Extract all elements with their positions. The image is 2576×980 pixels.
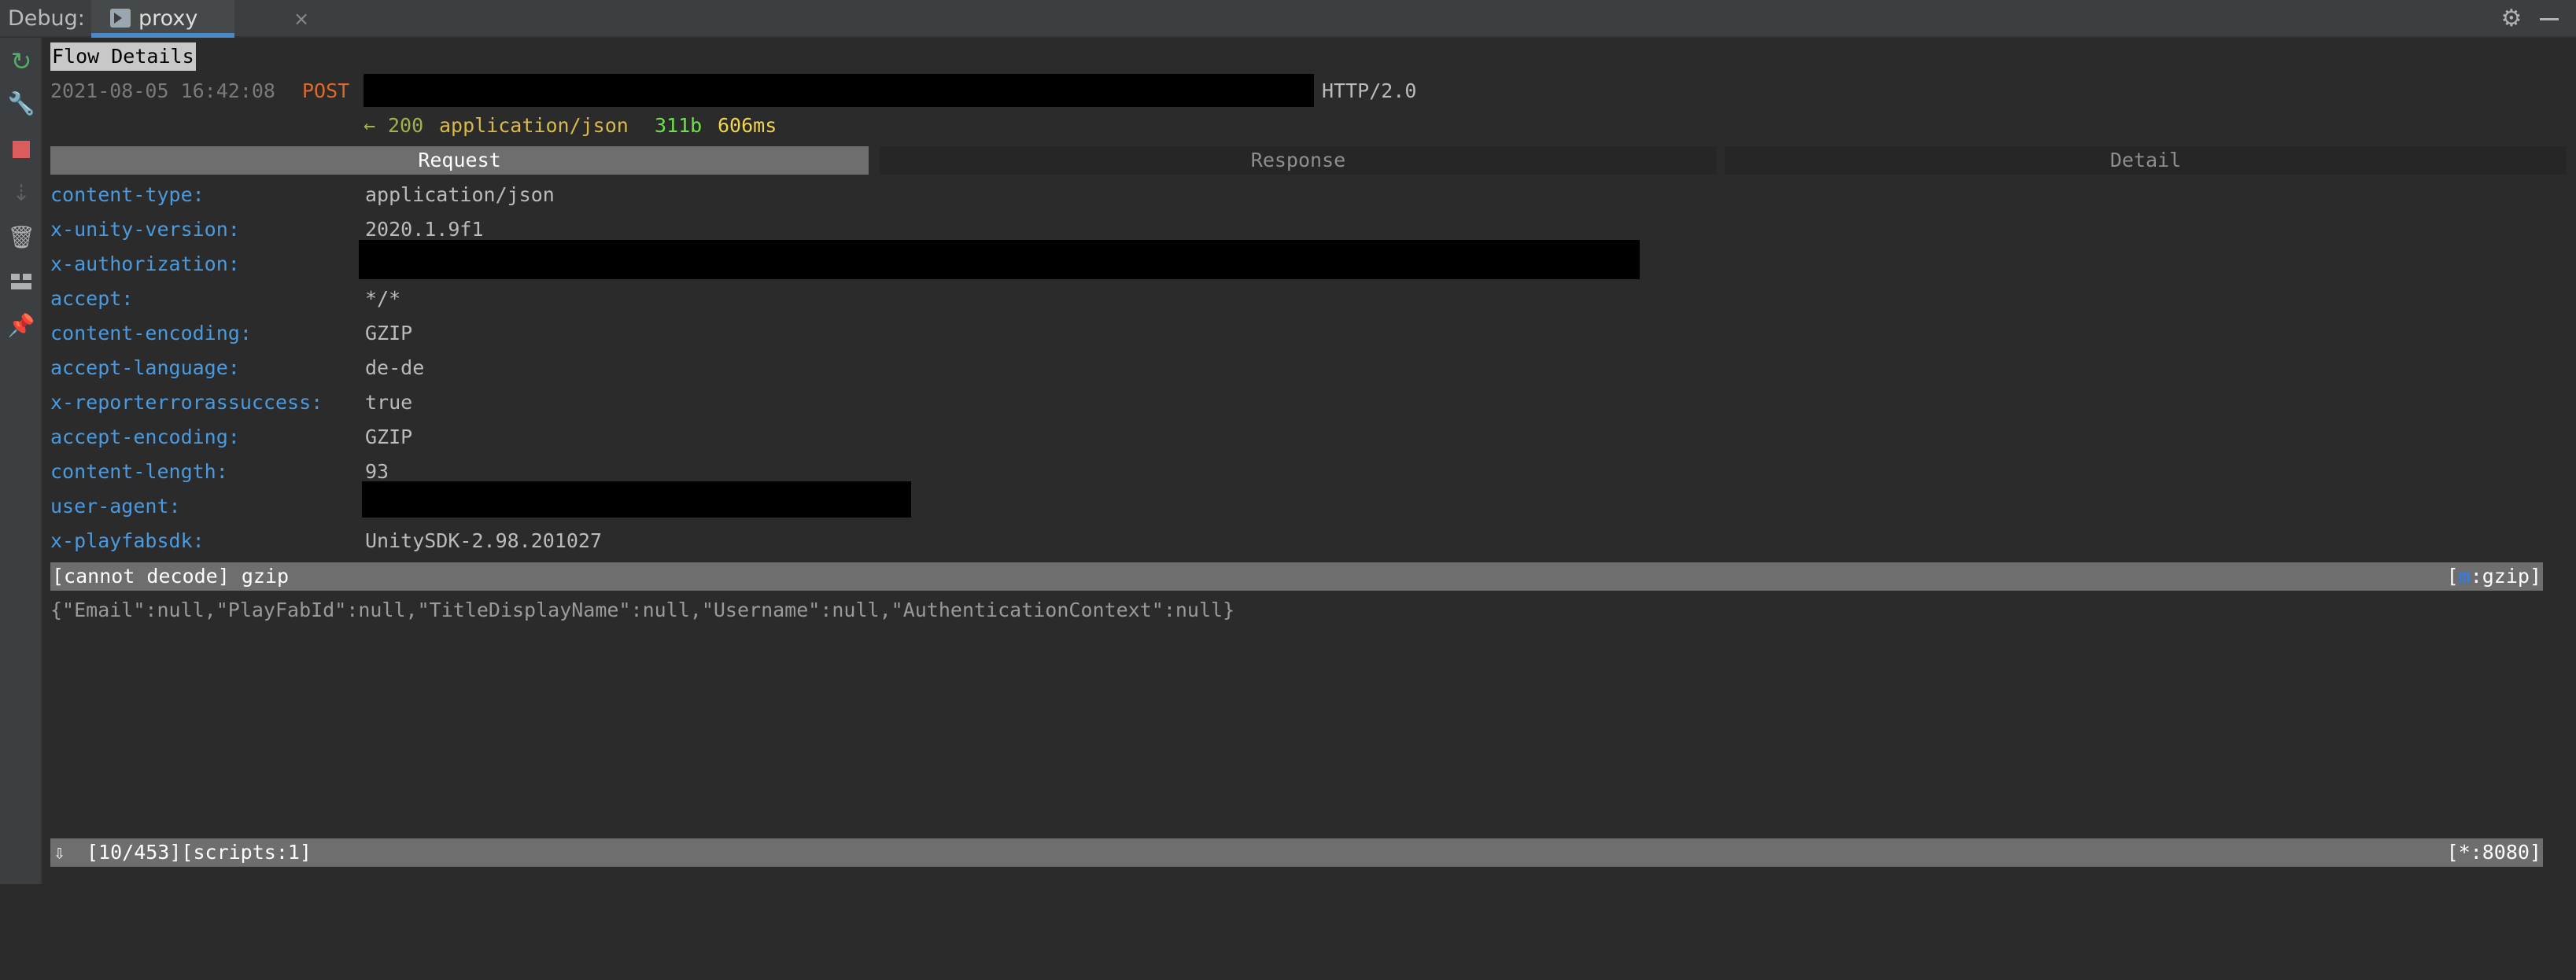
response-arrow-icon: ← xyxy=(364,114,376,137)
header-value: GZIP xyxy=(365,322,413,344)
content-view-bar: [cannot decode] gzip [m:gzip] xyxy=(50,562,2543,591)
header-value: true xyxy=(365,391,413,414)
status-bar: ⇩ [10/453][scripts:1] [*:8080] xyxy=(50,838,2543,867)
authorization-redacted-block xyxy=(359,240,1640,279)
terminal-console[interactable]: Flow Details 2021-08-05 16:42:08 POST HT… xyxy=(44,39,2576,884)
header-key[interactable]: accept-language: xyxy=(50,352,240,384)
debug-toolbar: ↻ 🔧 ⇣ 🗑 📌 xyxy=(0,38,42,884)
header-key[interactable]: accept: xyxy=(50,283,133,315)
stop-icon[interactable] xyxy=(7,135,35,164)
response-time: 606ms xyxy=(718,114,777,137)
wrench-icon[interactable]: 🔧 xyxy=(7,90,35,118)
header-key[interactable]: user-agent: xyxy=(50,491,181,522)
trash-icon[interactable]: 🗑 xyxy=(7,223,35,252)
close-icon[interactable]: × xyxy=(293,7,309,31)
tab-proxy-label: proxy xyxy=(138,6,198,31)
view-mode-indicator[interactable]: [m:gzip] xyxy=(2447,562,2541,591)
rerun-icon[interactable]: ↻ xyxy=(7,47,35,76)
flow-protocol: HTTP/2.0 xyxy=(1322,79,1417,102)
step-icon[interactable]: ⇣ xyxy=(7,179,35,208)
header-key[interactable]: content-encoding: xyxy=(50,318,252,349)
header-key[interactable]: x-unity-version: xyxy=(50,214,240,245)
flow-counter: [10/453][scripts:1] xyxy=(87,841,312,864)
user-agent-redacted-block xyxy=(362,481,911,518)
tab-request[interactable]: Request xyxy=(50,146,869,175)
header-value: GZIP xyxy=(365,426,413,448)
header-value: de-de xyxy=(365,356,425,379)
header-key[interactable]: x-playfabsdk: xyxy=(50,525,205,557)
view-mode-key: m xyxy=(2458,565,2471,588)
debug-tool-window-header: Debug: proxy × ⚙ xyxy=(0,0,2576,38)
header-key[interactable]: content-type: xyxy=(50,179,205,211)
view-mode-open: [ xyxy=(2446,565,2459,588)
follow-arrow-icon: ⇩ xyxy=(54,841,66,864)
run-config-icon xyxy=(110,9,131,28)
header-key[interactable]: accept-encoding: xyxy=(50,422,240,453)
layout-icon[interactable] xyxy=(7,267,35,296)
flow-details-title: Flow Details xyxy=(50,42,196,71)
listen-address: [*:8080] xyxy=(2446,841,2541,864)
tab-proxy[interactable]: proxy × xyxy=(91,0,309,38)
response-status-code: 200 xyxy=(388,114,424,137)
header-value: UnitySDK-2.98.201027 xyxy=(365,529,603,552)
response-size: 311b xyxy=(655,114,703,137)
minimize-icon[interactable] xyxy=(2537,6,2562,31)
url-redacted-block xyxy=(364,74,1314,107)
gear-icon[interactable]: ⚙ xyxy=(2499,6,2524,31)
decode-status: [cannot decode] gzip xyxy=(52,565,290,588)
flow-method: POST xyxy=(302,79,350,102)
header-key[interactable]: x-authorization: xyxy=(50,249,240,280)
flow-timestamp: 2021-08-05 16:42:08 xyxy=(50,79,275,102)
response-content-type: application/json xyxy=(439,114,629,137)
tab-detail[interactable]: Detail xyxy=(1725,146,2567,175)
view-mode-label: :gzip] xyxy=(2470,565,2541,588)
debug-label: Debug: xyxy=(8,6,85,31)
tab-response[interactable]: Response xyxy=(880,146,1717,175)
header-key[interactable]: x-reporterrorassuccess: xyxy=(50,387,323,418)
pin-icon[interactable]: 📌 xyxy=(7,311,35,340)
header-key[interactable]: content-length: xyxy=(50,456,228,488)
request-body: {"Email":null,"PlayFabId":null,"TitleDis… xyxy=(50,599,1235,621)
header-value: */* xyxy=(365,287,401,310)
header-value: application/json xyxy=(365,183,555,206)
